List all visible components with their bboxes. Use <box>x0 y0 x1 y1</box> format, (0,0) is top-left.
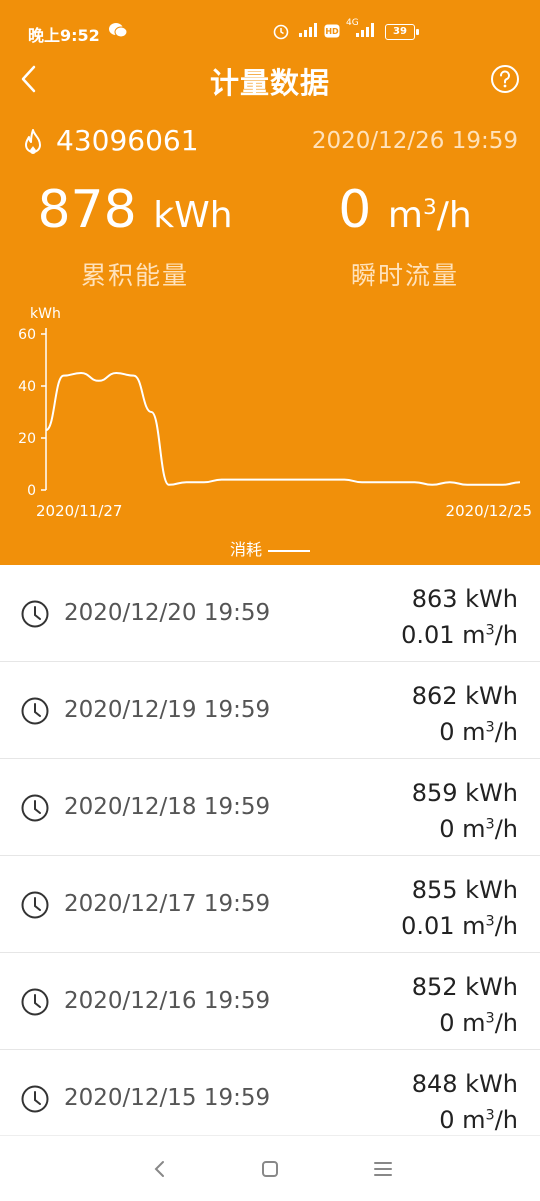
status-time: 晚上9:52 <box>28 26 100 45</box>
list-item[interactable]: 2020/12/18 19:59 859 kWh 0 m3/h <box>0 759 540 856</box>
record-date: 2020/12/19 19:59 <box>64 697 271 723</box>
legend-label: 消耗 <box>229 540 262 559</box>
record-energy: 863 kWh <box>411 585 518 613</box>
y-tick-label: 0 <box>27 483 36 499</box>
clock-icon <box>21 1085 49 1113</box>
x-end-label: 2020/12/25 <box>446 502 532 520</box>
record-flow: 0.01 m3/h <box>401 912 518 940</box>
record-energy: 852 kWh <box>411 973 518 1001</box>
energy-unit: kWh <box>153 195 233 236</box>
signal-icon <box>299 23 317 37</box>
flow-summary: 0 m3/h 瞬时流量 <box>270 178 540 292</box>
battery-icon: 39 <box>385 24 419 40</box>
record-date: 2020/12/15 19:59 <box>64 1085 271 1111</box>
y-tick-label: 20 <box>18 431 36 447</box>
clock-icon <box>21 600 49 628</box>
page-title: 计量数据 <box>209 66 330 100</box>
chart-legend: 消耗 <box>0 536 540 560</box>
legend-line <box>268 549 310 552</box>
wechat-icon <box>109 23 128 38</box>
flow-value-line: 0 m3/h <box>270 178 540 248</box>
y-tick-label: 60 <box>18 327 36 343</box>
flame-icon <box>25 129 41 154</box>
energy-value-line: 878 kWh <box>0 178 270 248</box>
record-flow: 0 m3/h <box>439 815 518 843</box>
device-timestamp: 2020/12/26 19:59 <box>311 128 518 154</box>
signal-icon <box>356 23 374 37</box>
list-item[interactable]: 2020/12/19 19:59 862 kWh 0 m3/h <box>0 662 540 759</box>
energy-label: 累积能量 <box>80 261 189 290</box>
x-start-label: 2020/11/27 <box>36 502 122 520</box>
record-date: 2020/12/17 19:59 <box>64 891 271 917</box>
list-item[interactable]: 2020/12/20 19:59 863 kWh 0.01 m3/h <box>0 565 540 662</box>
flow-unit: m3/h <box>387 195 472 236</box>
hd-icon: HD <box>324 24 340 38</box>
clock-icon <box>21 988 49 1016</box>
record-date: 2020/12/20 19:59 <box>64 600 271 626</box>
status-bar: 晚上9:52 HD 4G 39 <box>0 0 540 60</box>
energy-summary: 878 kWh 累积能量 <box>0 178 270 292</box>
record-energy: 855 kWh <box>411 876 518 904</box>
alarm-icon <box>273 24 289 40</box>
clock-icon <box>21 891 49 919</box>
device-id: 43096061 <box>56 124 199 157</box>
record-date: 2020/12/18 19:59 <box>64 794 271 820</box>
record-flow: 0 m3/h <box>439 1106 518 1134</box>
records-list: 2020/12/20 19:59 863 kWh 0.01 m3/h 2020/12/… <box>0 565 540 1147</box>
clock-icon <box>21 794 49 822</box>
record-energy: 862 kWh <box>411 682 518 710</box>
help-icon[interactable] <box>490 64 520 94</box>
list-item[interactable]: 2020/12/15 19:59 848 kWh 0 m3/h <box>0 1050 540 1147</box>
nav-home-icon[interactable] <box>255 1154 285 1184</box>
consumption-chart: kWh 0 20 40 60 2020/11/27 2020/12/25 <box>18 306 532 520</box>
record-energy: 848 kWh <box>411 1070 518 1098</box>
record-flow: 0 m3/h <box>439 718 518 746</box>
energy-value: 878 <box>37 180 137 240</box>
flow-value: 0 <box>338 180 372 240</box>
record-flow: 0.01 m3/h <box>401 621 518 649</box>
record-flow: 0 m3/h <box>439 1009 518 1037</box>
system-nav-bar <box>0 1135 540 1201</box>
record-date: 2020/12/16 19:59 <box>64 988 271 1014</box>
record-energy: 859 kWh <box>411 779 518 807</box>
svg-text:HD: HD <box>325 27 339 36</box>
list-item[interactable]: 2020/12/17 19:59 855 kWh 0.01 m3/h <box>0 856 540 953</box>
flow-label: 瞬时流量 <box>350 261 459 290</box>
series-line <box>45 371 521 486</box>
list-item[interactable]: 2020/12/16 19:59 852 kWh 0 m3/h <box>0 953 540 1050</box>
y-axis-unit-label: kWh <box>30 306 61 322</box>
clock-icon <box>21 697 49 725</box>
y-tick-label: 40 <box>18 379 36 395</box>
header-panel: 晚上9:52 HD 4G 39 计量数据 43096061 2020/12/26… <box>0 0 540 565</box>
nav-back-icon[interactable] <box>145 1154 175 1184</box>
nav-menu-icon[interactable] <box>368 1154 398 1184</box>
